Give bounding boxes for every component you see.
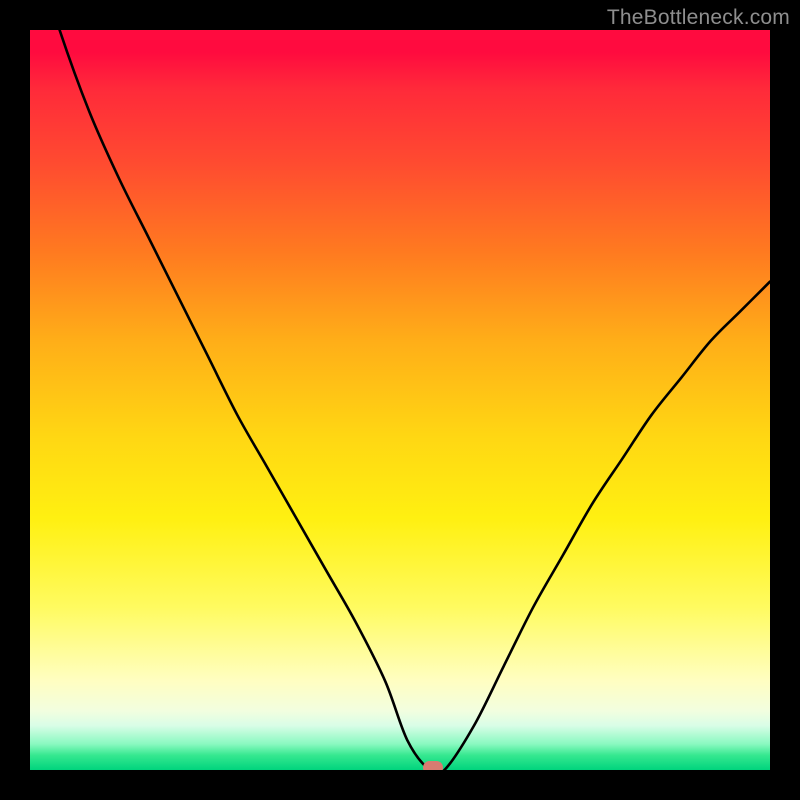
curve-path <box>30 30 770 770</box>
bottleneck-curve <box>30 30 770 770</box>
optimal-marker <box>423 761 443 770</box>
plot-area <box>30 30 770 770</box>
chart-stage: TheBottleneck.com <box>0 0 800 800</box>
watermark-text: TheBottleneck.com <box>607 6 790 30</box>
